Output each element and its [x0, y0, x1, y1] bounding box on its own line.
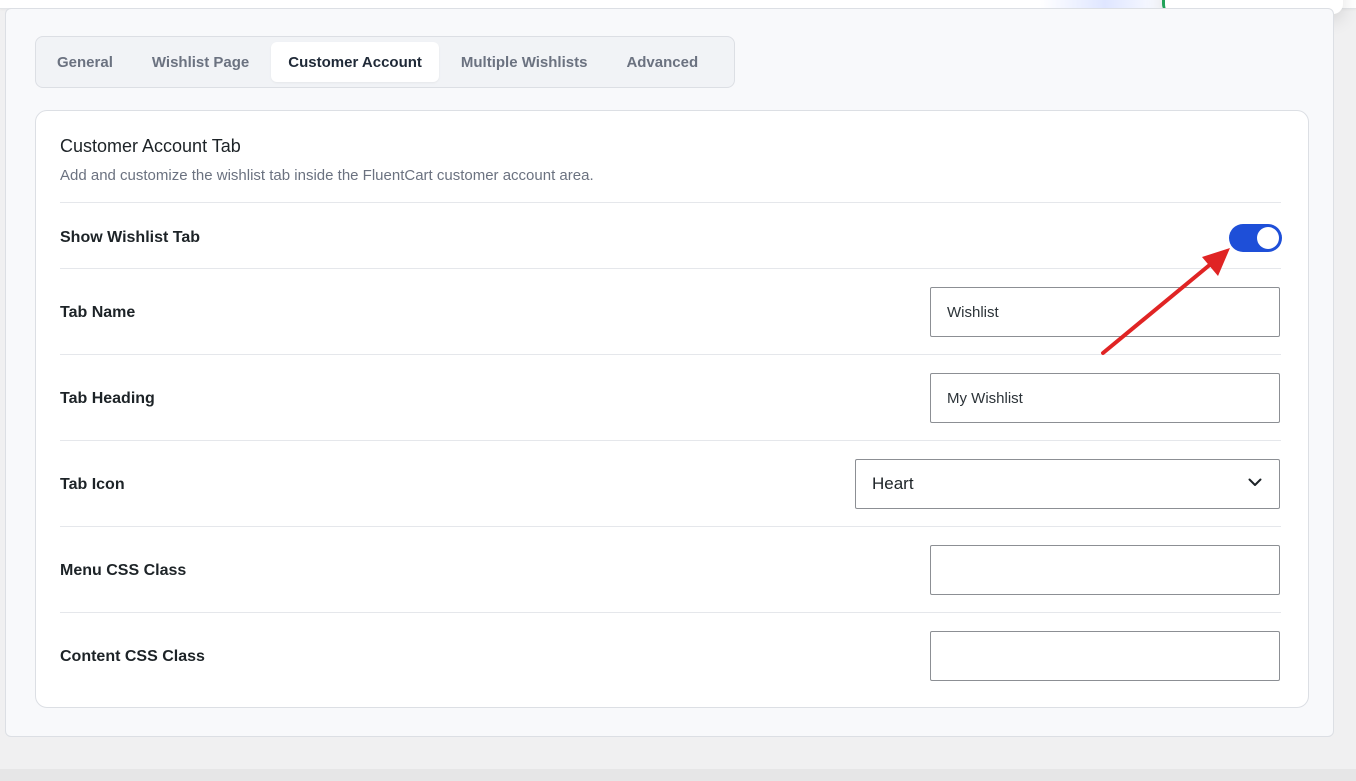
- menu-css-class-input[interactable]: [930, 545, 1280, 595]
- divider: [60, 202, 1281, 203]
- tab-general[interactable]: General: [40, 42, 130, 82]
- section-description: Add and customize the wishlist tab insid…: [60, 167, 594, 184]
- tab-heading-input[interactable]: [930, 373, 1280, 423]
- divider: [60, 354, 1281, 355]
- top-glow: [1040, 0, 1170, 8]
- tab-advanced[interactable]: Advanced: [609, 42, 715, 82]
- show-wishlist-tab-toggle[interactable]: [1229, 224, 1282, 252]
- tab-icon-select[interactable]: Heart: [855, 459, 1280, 509]
- divider: [60, 268, 1281, 269]
- tab-icon-label: Tab Icon: [60, 476, 125, 493]
- content-css-class-input[interactable]: [930, 631, 1280, 681]
- divider: [60, 612, 1281, 613]
- toggle-knob: [1257, 227, 1279, 249]
- bottom-strip: [0, 769, 1356, 781]
- tab-name-label: Tab Name: [60, 304, 136, 321]
- settings-tabs: General Wishlist Page Customer Account M…: [35, 36, 735, 88]
- menu-css-class-label: Menu CSS Class: [60, 562, 187, 579]
- chevron-down-icon: [1247, 474, 1263, 495]
- tab-name-input[interactable]: [930, 287, 1280, 337]
- divider: [60, 440, 1281, 441]
- show-wishlist-tab-label: Show Wishlist Tab: [60, 229, 201, 246]
- tab-customer-account[interactable]: Customer Account: [271, 42, 439, 82]
- section-title: Customer Account Tab: [60, 136, 241, 156]
- tab-multiple-wishlists[interactable]: Multiple Wishlists: [444, 42, 605, 82]
- tab-heading-label: Tab Heading: [60, 390, 155, 407]
- tab-icon-selected-value: Heart: [872, 474, 914, 493]
- content-css-class-label: Content CSS Class: [60, 648, 205, 665]
- tab-wishlist-page[interactable]: Wishlist Page: [135, 42, 266, 82]
- divider: [60, 526, 1281, 527]
